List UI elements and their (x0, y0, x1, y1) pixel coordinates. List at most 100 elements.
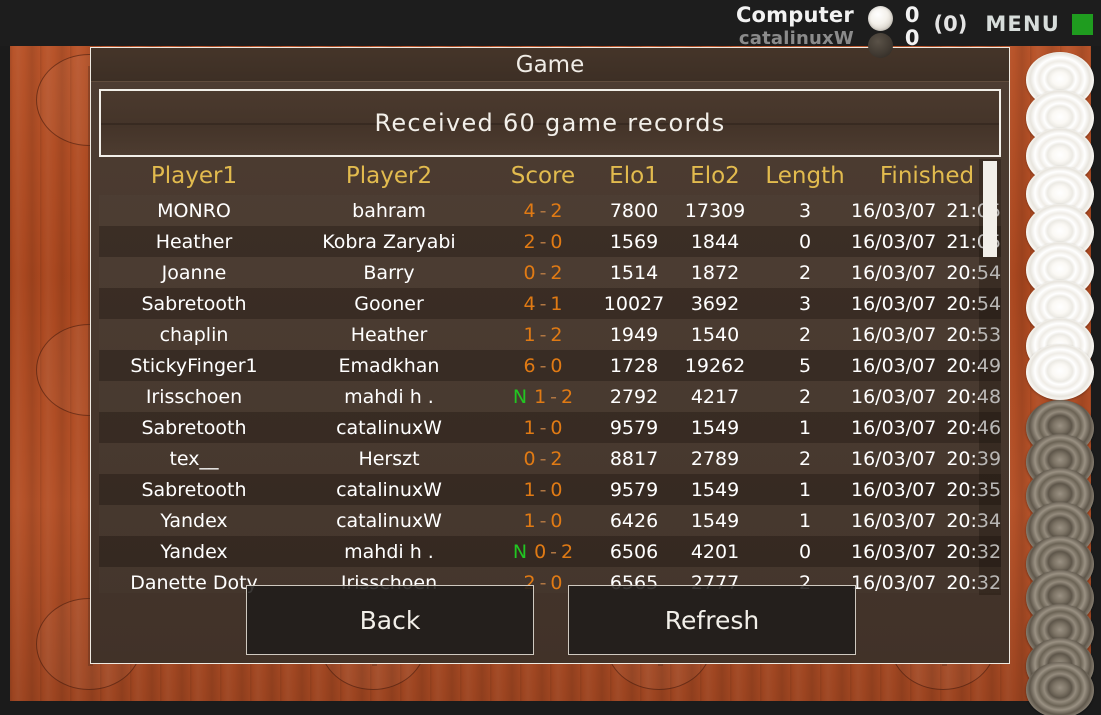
connection-status-indicator[interactable] (1072, 13, 1093, 35)
cell-elo1: 7800 (609, 199, 659, 222)
finished-date: 16/03/07 (851, 478, 937, 501)
score-separator: - (539, 199, 547, 222)
cell-player1: Sabretooth (99, 288, 289, 319)
score-right: 0 (550, 416, 563, 439)
dialog-button-row: Back Refresh (91, 585, 1011, 663)
cell-elo2: 1549 (671, 412, 759, 443)
score-separator: - (539, 416, 547, 439)
cell-score: N1-2 (489, 381, 597, 412)
cell-player1: StickyFinger1 (99, 350, 289, 381)
score-right: 0 (550, 509, 563, 532)
score-left: 1 (523, 323, 536, 346)
score-right: 0 (550, 478, 563, 501)
finished-date: 16/03/07 (851, 447, 937, 470)
table-row[interactable]: StickyFinger1 Emadkhan 6-0 1728 19262 5 16/03/… (99, 350, 1001, 381)
table-row[interactable]: chaplinHeather1-219491540216/03/0720:53:… (99, 319, 1001, 350)
cell-length: 2 (798, 447, 812, 470)
cell-length: 1 (759, 412, 851, 443)
cell-player2: Gooner (289, 288, 489, 319)
cell-elo1: 1569 (597, 226, 671, 257)
menu-button[interactable]: MENU (971, 12, 1060, 36)
cell-player1: chaplin (159, 323, 229, 346)
cell-elo2: 1549 (671, 474, 759, 505)
cell-player1: Sabretooth (99, 474, 289, 505)
cell-player2: Heather (350, 323, 428, 346)
score-separator: - (539, 261, 547, 284)
cell-length: 3 (759, 288, 851, 319)
cell-elo1: 1949 (609, 323, 659, 346)
cell-player2: catalinuxW (289, 474, 489, 505)
cell-player2: catalinuxW (336, 509, 442, 532)
records-table: Player1 Player2 Score Elo1 Elo2 Length F… (99, 161, 1001, 593)
message-box: Received 60 game records (99, 89, 1001, 157)
cell-player2: Herszt (358, 447, 420, 470)
score-bottom: 0 (904, 26, 920, 50)
player-scores: 0 0 (905, 0, 920, 50)
finished-date: 16/03/07 (851, 323, 937, 346)
scrollbar-thumb[interactable] (983, 161, 997, 257)
score-right: 2 (550, 199, 563, 222)
table-row[interactable]: Irisschoen mahdi h . N 1-2 2792 4217 2 16/03/07… (99, 381, 1001, 412)
cell-score: 2-0 (489, 226, 597, 257)
refresh-button[interactable]: Refresh (568, 585, 856, 655)
score-separator: - (539, 447, 547, 470)
cell-elo1: 1514 (609, 261, 659, 284)
score-flag: N (512, 540, 528, 563)
cell-player1: Heather (99, 226, 289, 257)
table-row[interactable]: Yandex catalinuxW 1-0 6426 1549 1 16/03/07 20:3… (99, 505, 1001, 536)
cell-length: 0 (759, 226, 851, 257)
table-row[interactable]: Yandex mahdi h . N 0-2 6506 4201 0 16/03/07 20:3… (99, 536, 1001, 567)
finished-date: 16/03/07 (851, 540, 937, 563)
cell-length: 3 (798, 199, 812, 222)
finished-date: 16/03/07 (851, 509, 937, 532)
table-row[interactable]: Sabretooth Gooner 4-1 10027 3692 3 16/03/07 20:… (99, 288, 1001, 319)
finished-date: 16/03/07 (851, 199, 937, 222)
cell-elo2: 2789 (690, 447, 740, 470)
score-right: 2 (561, 385, 574, 408)
table-row[interactable]: tex__Herszt0-288172789216/03/0720:39:23 (99, 443, 1001, 474)
score-right: 0 (550, 354, 563, 377)
score-left: 1 (534, 385, 547, 408)
cell-player1: tex__ (169, 447, 219, 470)
cell-player2: mahdi h . (289, 536, 489, 567)
cell-score: 4-1 (489, 288, 597, 319)
cell-score: 1-0 (489, 474, 597, 505)
table-row[interactable]: MONRObahram4-2780017309316/03/0721:05:40 (99, 195, 1001, 226)
cell-elo1: 8817 (609, 447, 659, 470)
table-row[interactable]: Heather Kobra Zaryabi 2-0 1569 1844 0 16/03/07… (99, 226, 1001, 257)
score-left: 2 (523, 230, 536, 253)
cell-score: 4-2 (489, 195, 597, 226)
finished-date: 16/03/07 (851, 261, 937, 284)
score-separator: - (539, 230, 547, 253)
table-row[interactable]: JoanneBarry0-215141872216/03/0720:54:51 (99, 257, 1001, 288)
cell-player2: bahram (352, 199, 426, 222)
score-left: 1 (523, 509, 536, 532)
score-right: 0 (550, 230, 563, 253)
cell-elo2: 1872 (690, 261, 740, 284)
table-scrollbar[interactable] (979, 159, 1001, 595)
score-left: 6 (523, 354, 536, 377)
column-header-score[interactable]: Score (489, 161, 597, 195)
column-header-elo1[interactable]: Elo1 (597, 161, 671, 195)
score-separator: - (539, 509, 547, 532)
cell-score: 0-2 (489, 443, 597, 474)
table-row[interactable]: Sabretooth catalinuxW 1-0 9579 1549 1 16/03/07… (99, 412, 1001, 443)
column-header-length[interactable]: Length (759, 161, 851, 195)
cell-player1: Yandex (99, 536, 289, 567)
column-header-player1[interactable]: Player1 (99, 161, 289, 195)
back-button[interactable]: Back (246, 585, 534, 655)
message-text: Received 60 game records (374, 109, 726, 137)
score-right: 1 (550, 292, 563, 315)
cell-elo1: 9579 (597, 412, 671, 443)
score-left: 4 (523, 199, 536, 222)
cell-score: 1-0 (489, 412, 597, 443)
player-name-top: Computer (735, 3, 854, 27)
table-row[interactable]: Sabretooth catalinuxW 1-0 9579 1549 1 16/03/07… (99, 474, 1001, 505)
finished-date: 16/03/07 (851, 385, 937, 408)
column-header-player2[interactable]: Player2 (289, 161, 489, 195)
column-header-elo2[interactable]: Elo2 (671, 161, 759, 195)
cell-length: 5 (759, 350, 851, 381)
score-left: 1 (523, 416, 536, 439)
cell-elo1: 1728 (597, 350, 671, 381)
score-right: 2 (550, 447, 563, 470)
